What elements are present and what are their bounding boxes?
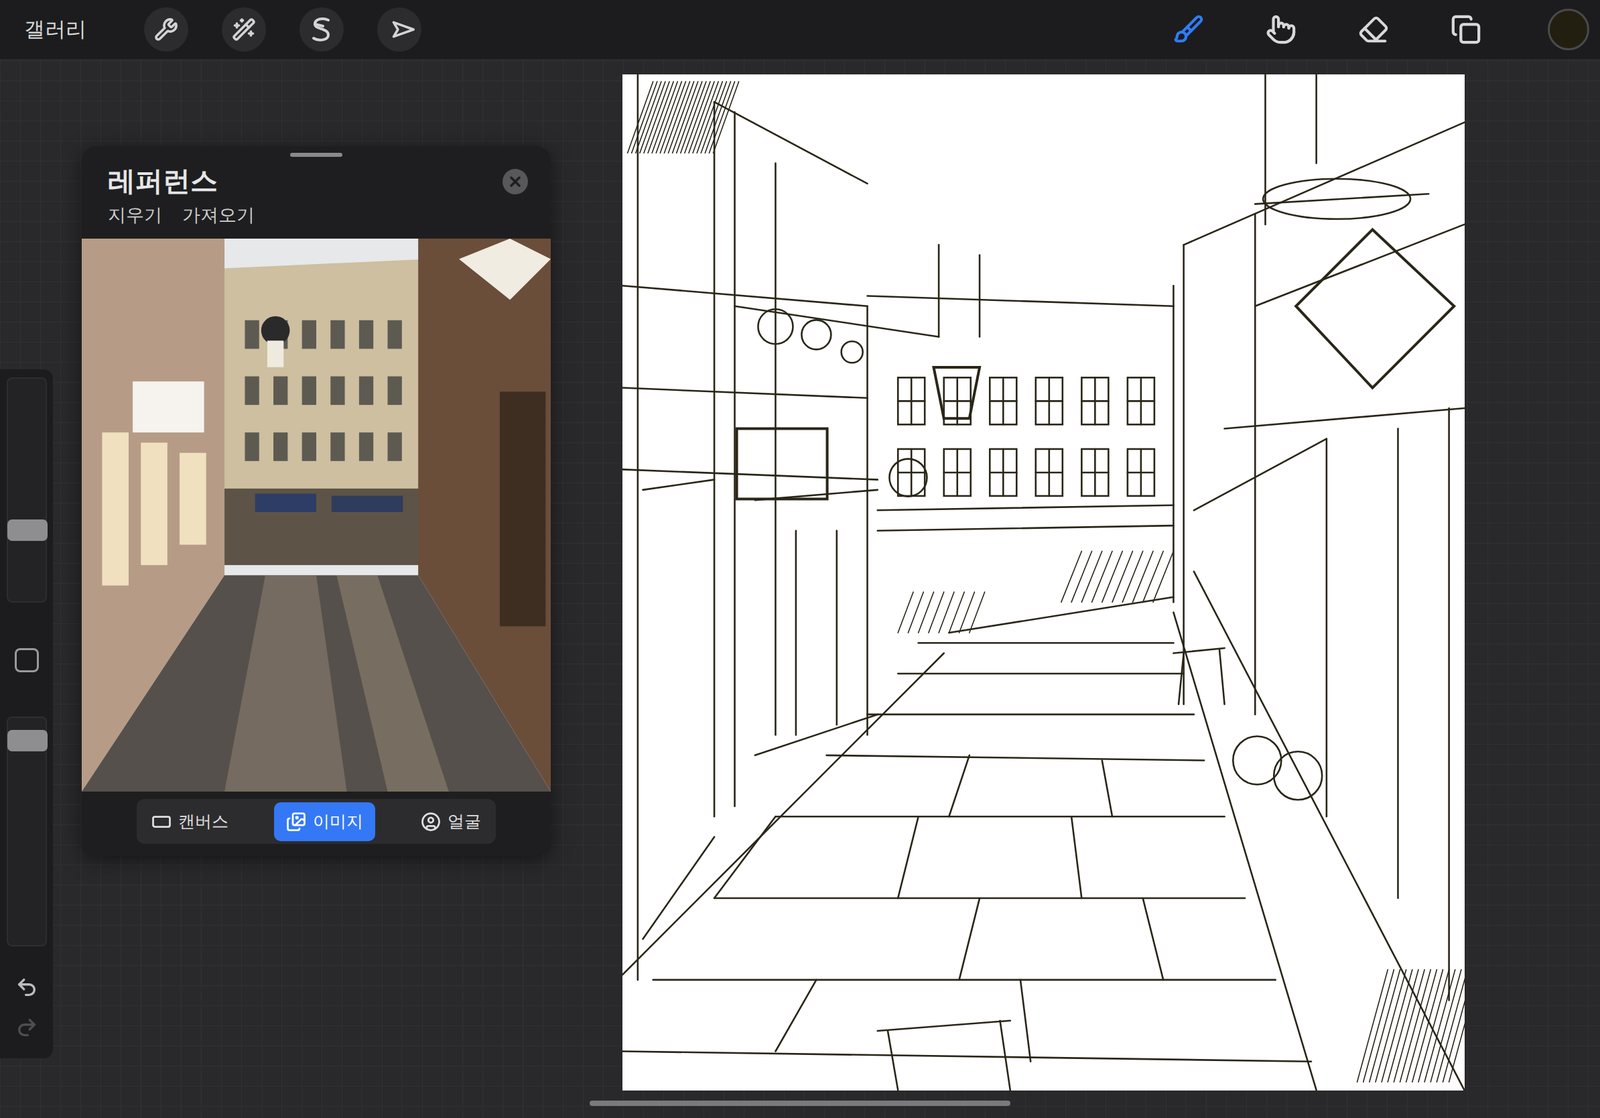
magic-wand-icon — [231, 17, 256, 42]
wrench-icon — [154, 17, 179, 42]
selection-icon — [309, 16, 334, 43]
reference-header: 레퍼런스 — [81, 156, 551, 199]
reference-title: 레퍼런스 — [107, 163, 218, 199]
undo-button[interactable] — [6, 966, 47, 1008]
opacity-slider[interactable] — [6, 716, 47, 947]
close-button[interactable] — [502, 168, 528, 195]
image-icon — [286, 811, 307, 832]
reference-mode-tabs: 캔버스 이미지 얼굴 — [136, 798, 496, 844]
selection-button[interactable] — [299, 7, 344, 52]
smudge-finger-icon — [1265, 14, 1297, 45]
brush-size-slider[interactable] — [6, 377, 47, 603]
modify-button[interactable] — [14, 647, 39, 673]
reference-panel[interactable]: 레퍼런스지우기 가져오기캔버스 이미지 얼굴 — [81, 146, 551, 856]
mode-tab[interactable]: 캔버스 — [139, 802, 241, 841]
brush-tool[interactable] — [1157, 6, 1220, 53]
smudge-tool[interactable] — [1250, 6, 1312, 53]
slider-thumb[interactable] — [7, 519, 48, 541]
drag-handle[interactable] — [290, 152, 343, 157]
redo-icon — [15, 1015, 39, 1039]
layers-icon — [1450, 14, 1482, 45]
redo-button[interactable] — [6, 1007, 47, 1048]
transform-button[interactable] — [377, 7, 422, 52]
reference-image — [81, 238, 551, 792]
close-icon — [507, 173, 524, 190]
layers-tool[interactable] — [1435, 6, 1497, 53]
mode-tab[interactable]: 이미지 — [274, 802, 376, 841]
reference-action[interactable]: 지우기 — [107, 203, 163, 227]
face-icon — [420, 811, 441, 832]
reference-actions: 지우기 가져오기 — [81, 198, 551, 239]
arrow-cursor-icon — [382, 12, 417, 47]
eraser-tool[interactable] — [1342, 6, 1405, 53]
color-swatch[interactable] — [1547, 8, 1590, 51]
procreate-screen: 갤러리레퍼런스지우기 가져오기캔버스 이미지 얼굴 — [0, 0, 1600, 1118]
canvas[interactable] — [622, 74, 1465, 1091]
sidebar — [0, 369, 53, 1058]
slider-thumb[interactable] — [7, 729, 48, 752]
reference-photo — [81, 238, 551, 792]
mode-tab[interactable]: 얼굴 — [408, 802, 494, 841]
wrench-button[interactable] — [144, 7, 189, 52]
adjust-button[interactable] — [221, 7, 266, 52]
eraser-icon — [1358, 14, 1389, 45]
gallery-button[interactable]: 갤러리 — [24, 12, 92, 47]
top-toolbar: 갤러리 — [0, 0, 1600, 59]
brush-icon — [1173, 14, 1205, 45]
home-indicator — [589, 1100, 1011, 1106]
canvas-sketch[interactable] — [622, 74, 1465, 1091]
canvas-icon — [151, 811, 172, 832]
reference-action[interactable]: 가져오기 — [182, 203, 255, 227]
undo-icon — [15, 975, 39, 999]
